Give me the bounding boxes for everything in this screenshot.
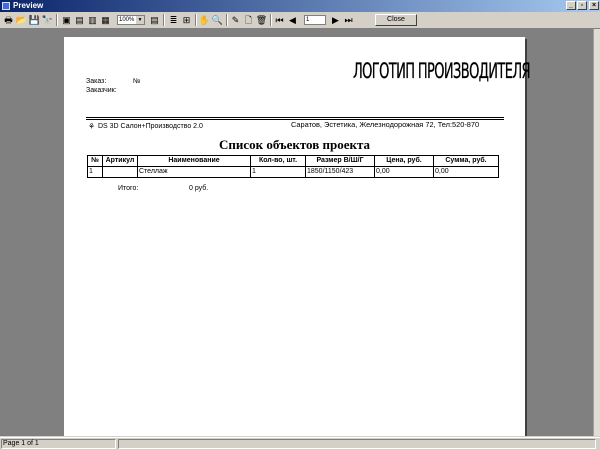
two-pages-icon[interactable]: ▥ [86, 14, 99, 26]
chevron-down-icon[interactable]: ▼ [136, 16, 144, 24]
total-label: Итого: [118, 185, 139, 192]
table-header-row: № Артикул Наименование Кол-во, шт. Разме… [87, 155, 499, 167]
last-page-icon[interactable]: ⏭ [342, 14, 355, 26]
table-cell [102, 166, 138, 178]
page-setup-icon[interactable]: ▤ [148, 14, 161, 26]
page-width-icon[interactable]: ▤ [73, 14, 86, 26]
toolbar: 🖶 📂 💾 🔭 ▣ ▤ ▥ ▦ 100% ▼ ▤ ≣ ⊞ ✋ 🔍 ✎ 🗋 🗑 ⏮… [0, 12, 600, 29]
total-value: 0 руб. [189, 185, 209, 192]
table-cell: 0,00 [433, 166, 499, 178]
manufacturer-logo: ЛОГОТИП ПРОИЗВОДИТЕЛЯ [353, 59, 531, 83]
column-header: Кол-во, шт. [250, 155, 306, 167]
page-info: Page 1 of 1 [3, 440, 39, 447]
customer-label: Заказчик: [86, 87, 117, 94]
status-bar: Page 1 of 1 [0, 437, 600, 450]
prev-page-icon[interactable]: ◀ [286, 14, 299, 26]
zoom-value: 100% [119, 17, 135, 23]
table-cell: Стеллаж [137, 166, 251, 178]
toolbar-separator [163, 14, 165, 26]
column-header: Сумма, руб. [433, 155, 499, 167]
vertical-scrollbar[interactable] [593, 29, 600, 436]
delete-page-icon[interactable]: 🗑 [255, 14, 268, 26]
find-icon[interactable]: 🔭 [41, 14, 54, 26]
header-divider [86, 117, 504, 118]
program-logo-icon: ⚘ [88, 122, 96, 131]
window-title: Preview [13, 1, 44, 10]
program-name: DS 3D Салон+Производство 2.0 [98, 123, 203, 130]
app-icon [2, 2, 10, 10]
save-icon[interactable]: 💾 [28, 14, 41, 26]
edit-page-icon[interactable]: ✎ [229, 14, 242, 26]
outline-icon[interactable]: ≣ [167, 14, 180, 26]
table-cell: 1 [250, 166, 306, 178]
one-page-icon[interactable]: ▣ [60, 14, 73, 26]
open-icon[interactable]: 📂 [15, 14, 28, 26]
toolbar-separator [195, 14, 197, 26]
minimize-button[interactable]: _ [566, 1, 576, 10]
preview-area[interactable]: Заказ: № Заказчик: ЛОГОТИП ПРОИЗВОДИТЕЛЯ… [0, 29, 593, 436]
status-panel-2 [118, 439, 596, 449]
column-header: Наименование [137, 155, 251, 167]
zoom-select[interactable]: 100% ▼ [117, 15, 145, 25]
column-header: Размер В/Ш/Г [305, 155, 375, 167]
items-table: № Артикул Наименование Кол-во, шт. Разме… [87, 155, 499, 178]
add-page-icon[interactable]: 🗋 [242, 14, 255, 26]
zoom-tool-icon[interactable]: 🔍 [211, 14, 224, 26]
toolbar-separator [270, 14, 272, 26]
print-icon[interactable]: 🖶 [2, 14, 15, 26]
table-cell: 0,00 [374, 166, 434, 178]
maximize-button[interactable]: ▫ [577, 1, 587, 10]
hand-tool-icon[interactable]: ✋ [198, 14, 211, 26]
number-label: № [133, 78, 141, 85]
order-label: Заказ: [86, 78, 107, 85]
close-window-button[interactable]: × [589, 1, 599, 10]
column-header: Артикул [102, 155, 138, 167]
next-page-icon[interactable]: ▶ [329, 14, 342, 26]
toolbar-separator [56, 14, 58, 26]
table-cell: 1850/1150/423 [305, 166, 375, 178]
close-button[interactable]: Close [375, 14, 417, 26]
table-cell: 1 [87, 166, 103, 178]
toolbar-separator [226, 14, 228, 26]
column-header: Цена, руб. [374, 155, 434, 167]
table-row: 1 Стеллаж 1 1850/1150/423 0,00 0,00 [87, 166, 499, 178]
report-page: Заказ: № Заказчик: ЛОГОТИП ПРОИЗВОДИТЕЛЯ… [64, 37, 531, 436]
page-number-input[interactable]: 1 [304, 15, 326, 25]
company-address: Саратов, Эстетика, Железнодорожная 72, Т… [291, 120, 480, 129]
report-title: Список объектов проекта [218, 137, 371, 152]
first-page-icon[interactable]: ⏮ [273, 14, 286, 26]
column-header: № [87, 155, 103, 167]
status-panel: Page 1 of 1 [1, 439, 116, 449]
title-bar: Preview _ ▫ × [0, 0, 600, 12]
thumbnails-icon[interactable]: ⊞ [180, 14, 193, 26]
multiple-pages-icon[interactable]: ▦ [99, 14, 112, 26]
